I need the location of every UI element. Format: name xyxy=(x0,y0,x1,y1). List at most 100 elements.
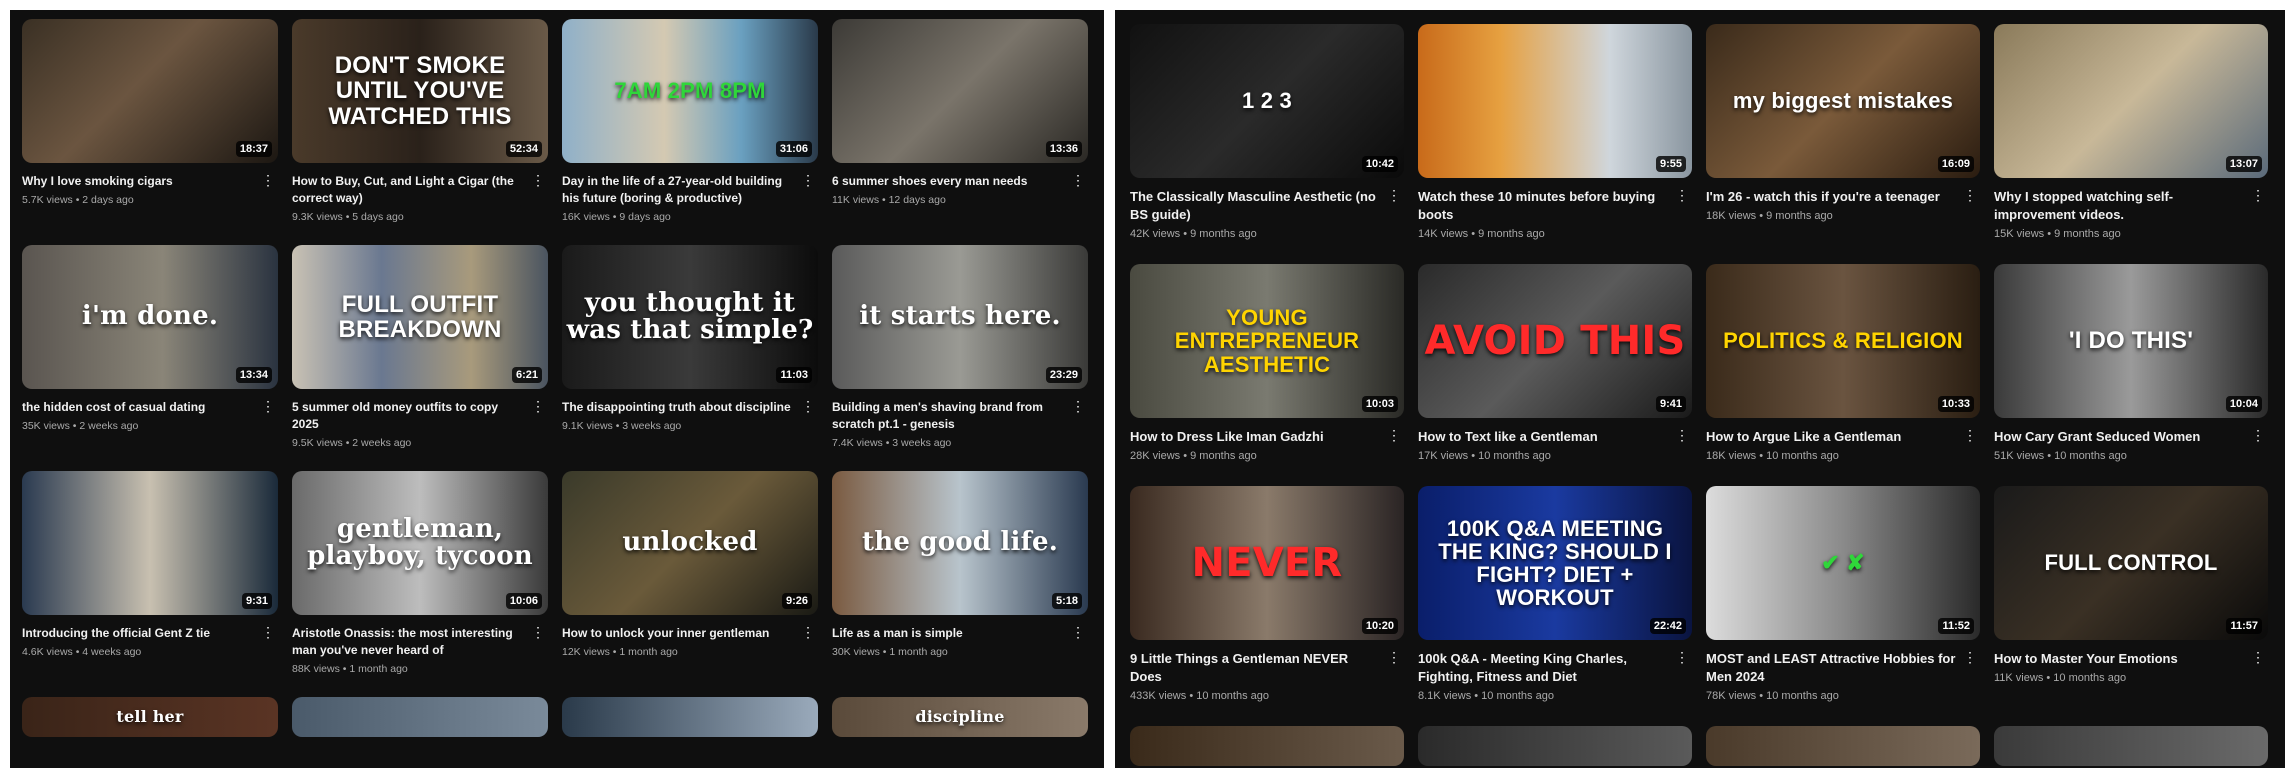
video-title[interactable]: Life as a man is simple xyxy=(832,625,1066,642)
video-thumbnail[interactable]: my biggest mistakes 16:09 xyxy=(1706,24,1980,178)
video-title[interactable]: 100k Q&A - Meeting King Charles, Fightin… xyxy=(1418,650,1670,686)
video-thumbnail[interactable]: 'I DO THIS' 10:04 xyxy=(1994,264,2268,418)
video-card-partial[interactable] xyxy=(1418,726,1692,768)
video-card[interactable]: 'I DO THIS' 10:04 How Cary Grant Seduced W… xyxy=(1994,264,2268,462)
video-title[interactable]: The Classically Masculine Aesthetic (no … xyxy=(1130,188,1382,224)
more-actions-icon[interactable]: ⋮ xyxy=(1674,648,1690,666)
more-actions-icon[interactable]: ⋮ xyxy=(260,171,276,189)
video-card-partial[interactable] xyxy=(1994,726,2268,768)
video-title[interactable]: Why I stopped watching self-improvement … xyxy=(1994,188,2246,224)
video-thumbnail[interactable]: 1 2 3 10:42 xyxy=(1130,24,1404,178)
video-card-partial[interactable] xyxy=(562,697,818,757)
video-card[interactable]: DON'T SMOKE UNTIL YOU'VE WATCHED THIS 52:… xyxy=(292,19,548,223)
more-actions-icon[interactable]: ⋮ xyxy=(800,397,816,415)
video-thumbnail[interactable]: FULL CONTROL 11:57 xyxy=(1994,486,2268,640)
video-card[interactable]: POLITICS & RELIGION 10:33 How to Argue Lik… xyxy=(1706,264,1980,462)
video-thumbnail[interactable]: 7AM 2PM 8PM 31:06 xyxy=(562,19,818,163)
video-card-partial[interactable] xyxy=(292,697,548,757)
video-thumbnail[interactable] xyxy=(1706,726,1980,766)
more-actions-icon[interactable]: ⋮ xyxy=(260,397,276,415)
video-thumbnail[interactable] xyxy=(292,697,548,737)
video-card[interactable]: 7AM 2PM 8PM 31:06 Day in the life of a 27-… xyxy=(562,19,818,223)
video-title[interactable]: 9 Little Things a Gentleman NEVER Does xyxy=(1130,650,1382,686)
video-card[interactable]: you thought it was that simple? 11:03 The … xyxy=(562,245,818,449)
more-actions-icon[interactable]: ⋮ xyxy=(2250,426,2266,444)
video-title[interactable]: How to Argue Like a Gentleman xyxy=(1706,428,1958,446)
more-actions-icon[interactable]: ⋮ xyxy=(260,623,276,641)
video-thumbnail[interactable]: ✔ ✘ 11:52 xyxy=(1706,486,1980,640)
video-thumbnail[interactable]: 13:36 xyxy=(832,19,1088,163)
video-card-partial[interactable] xyxy=(1706,726,1980,768)
video-card[interactable]: AVOID THIS 9:41 How to Text like a Gentlem… xyxy=(1418,264,1692,462)
video-card[interactable]: 13:07 Why I stopped watching self-improve… xyxy=(1994,24,2268,240)
video-thumbnail[interactable]: POLITICS & RELIGION 10:33 xyxy=(1706,264,1980,418)
video-title[interactable]: Aristotle Onassis: the most interesting … xyxy=(292,625,526,659)
video-card[interactable]: 100K Q&A MEETING THE KING? SHOULD I FIGH… xyxy=(1418,486,1692,702)
video-title[interactable]: Introducing the official Gent Z tie xyxy=(22,625,256,642)
video-title[interactable]: Watch these 10 minutes before buying boo… xyxy=(1418,188,1670,224)
video-title[interactable]: Building a men's shaving brand from scra… xyxy=(832,399,1066,433)
video-title[interactable]: I'm 26 - watch this if you're a teenager xyxy=(1706,188,1958,206)
more-actions-icon[interactable]: ⋮ xyxy=(1386,186,1402,204)
video-title[interactable]: How to unlock your inner gentleman xyxy=(562,625,796,642)
video-title[interactable]: Why I love smoking cigars xyxy=(22,173,256,190)
more-actions-icon[interactable]: ⋮ xyxy=(2250,648,2266,666)
video-title[interactable]: Day in the life of a 27-year-old buildin… xyxy=(562,173,796,207)
video-thumbnail[interactable]: 100K Q&A MEETING THE KING? SHOULD I FIGH… xyxy=(1418,486,1692,640)
more-actions-icon[interactable]: ⋮ xyxy=(1962,426,1978,444)
video-card[interactable]: 9:55 Watch these 10 minutes before buying… xyxy=(1418,24,1692,240)
video-thumbnail[interactable]: 13:07 xyxy=(1994,24,2268,178)
video-title[interactable]: How to Buy, Cut, and Light a Cigar (the … xyxy=(292,173,526,207)
more-actions-icon[interactable]: ⋮ xyxy=(1962,648,1978,666)
video-title[interactable]: How to Text like a Gentleman xyxy=(1418,428,1670,446)
video-card[interactable]: 1 2 3 10:42 The Classically Masculine Aest… xyxy=(1130,24,1404,240)
video-title[interactable]: How to Dress Like Iman Gadzhi xyxy=(1130,428,1382,446)
video-title[interactable]: 5 summer old money outfits to copy 2025 xyxy=(292,399,526,433)
more-actions-icon[interactable]: ⋮ xyxy=(1070,171,1086,189)
video-thumbnail[interactable]: YOUNG ENTREPRENEUR AESTHETIC 10:03 xyxy=(1130,264,1404,418)
more-actions-icon[interactable]: ⋮ xyxy=(1674,186,1690,204)
video-card-partial[interactable]: discipline xyxy=(832,697,1088,757)
video-thumbnail[interactable]: it starts here. 23:29 xyxy=(832,245,1088,389)
video-thumbnail[interactable] xyxy=(1994,726,2268,766)
video-thumbnail[interactable]: i'm done. 13:34 xyxy=(22,245,278,389)
video-card[interactable]: the good life. 5:18 Life as a man is simpl… xyxy=(832,471,1088,675)
video-card[interactable]: 13:36 6 summer shoes every man needs 11K v… xyxy=(832,19,1088,223)
more-actions-icon[interactable]: ⋮ xyxy=(800,171,816,189)
more-actions-icon[interactable]: ⋮ xyxy=(1386,426,1402,444)
more-actions-icon[interactable]: ⋮ xyxy=(800,623,816,641)
video-thumbnail[interactable]: 9:55 xyxy=(1418,24,1692,178)
video-card[interactable]: ✔ ✘ 11:52 MOST and LEAST Attractive Hobbie… xyxy=(1706,486,1980,702)
video-card[interactable]: YOUNG ENTREPRENEUR AESTHETIC 10:03 How to … xyxy=(1130,264,1404,462)
video-card[interactable]: FULL OUTFIT BREAKDOWN 6:21 5 summer old mo… xyxy=(292,245,548,449)
more-actions-icon[interactable]: ⋮ xyxy=(530,623,546,641)
video-title[interactable]: How to Master Your Emotions xyxy=(1994,650,2246,668)
more-actions-icon[interactable]: ⋮ xyxy=(530,171,546,189)
video-thumbnail[interactable] xyxy=(1130,726,1404,766)
video-title[interactable]: The disappointing truth about discipline xyxy=(562,399,796,416)
video-thumbnail[interactable]: 18:37 xyxy=(22,19,278,163)
more-actions-icon[interactable]: ⋮ xyxy=(1962,186,1978,204)
video-title[interactable]: How Cary Grant Seduced Women xyxy=(1994,428,2246,446)
video-thumbnail[interactable]: unlocked 9:26 xyxy=(562,471,818,615)
video-thumbnail[interactable]: FULL OUTFIT BREAKDOWN 6:21 xyxy=(292,245,548,389)
more-actions-icon[interactable]: ⋮ xyxy=(530,397,546,415)
video-card[interactable]: NEVER 10:20 9 Little Things a Gentleman NE… xyxy=(1130,486,1404,702)
video-card[interactable]: gentleman, playboy, tycoon 10:06 Aristotle… xyxy=(292,471,548,675)
video-thumbnail[interactable]: you thought it was that simple? 11:03 xyxy=(562,245,818,389)
video-card[interactable]: i'm done. 13:34 the hidden cost of casual … xyxy=(22,245,278,449)
more-actions-icon[interactable]: ⋮ xyxy=(1386,648,1402,666)
video-thumbnail[interactable]: gentleman, playboy, tycoon 10:06 xyxy=(292,471,548,615)
video-card[interactable]: 9:31 Introducing the official Gent Z tie 4… xyxy=(22,471,278,675)
video-thumbnail[interactable]: the good life. 5:18 xyxy=(832,471,1088,615)
video-thumbnail[interactable]: DON'T SMOKE UNTIL YOU'VE WATCHED THIS 52:… xyxy=(292,19,548,163)
more-actions-icon[interactable]: ⋮ xyxy=(1674,426,1690,444)
video-thumbnail[interactable]: 9:31 xyxy=(22,471,278,615)
video-thumbnail[interactable]: AVOID THIS 9:41 xyxy=(1418,264,1692,418)
video-card-partial[interactable] xyxy=(1130,726,1404,768)
video-title[interactable]: 6 summer shoes every man needs xyxy=(832,173,1066,190)
video-card-partial[interactable]: tell her xyxy=(22,697,278,757)
more-actions-icon[interactable]: ⋮ xyxy=(1070,397,1086,415)
video-card[interactable]: FULL CONTROL 11:57 How to Master Your Emot… xyxy=(1994,486,2268,702)
video-card[interactable]: 18:37 Why I love smoking cigars 5.7K views… xyxy=(22,19,278,223)
